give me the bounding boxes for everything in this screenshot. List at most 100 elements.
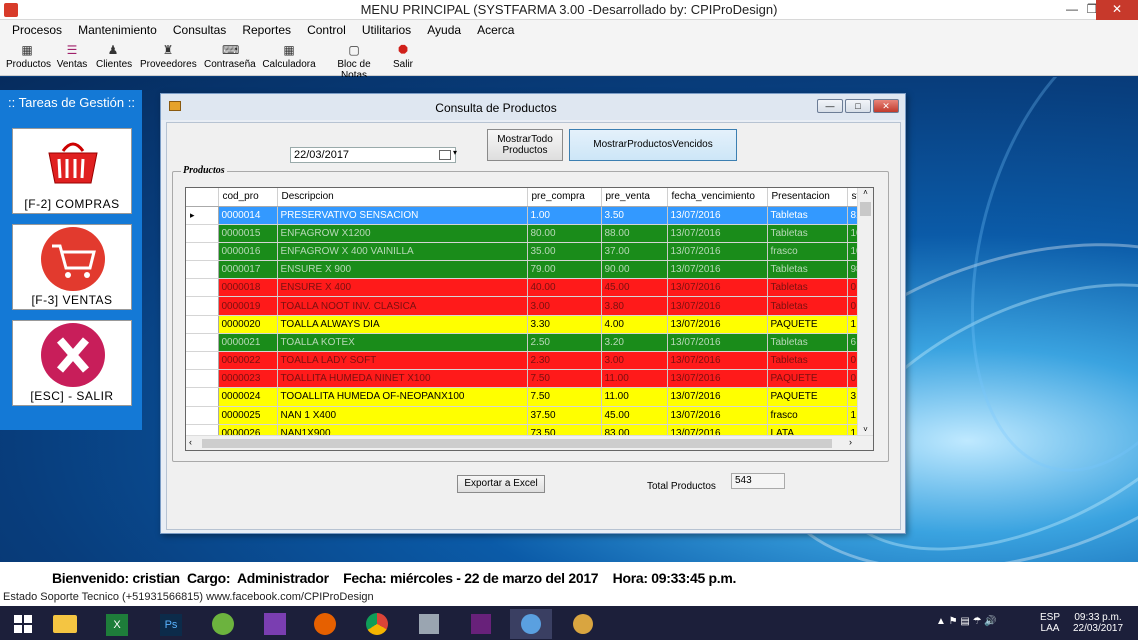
table-cell[interactable]: 0000014 <box>218 206 278 225</box>
table-cell[interactable]: TOALLA KOTEX <box>277 333 528 353</box>
tray-icons[interactable]: ▲ ⚑ ▤ ☂ 🔊 <box>936 616 997 627</box>
vertical-scrollbar[interactable]: ˄ ˅ <box>857 188 873 436</box>
table-cell[interactable]: 4.00 <box>601 315 668 334</box>
table-cell[interactable]: Tabletas <box>767 224 848 243</box>
table-cell[interactable]: 1.00 <box>527 206 602 225</box>
table-row[interactable]: 0000018 ENSURE X 400 40.00 45.00 13/07/2016 T… <box>186 278 859 298</box>
salir-tile[interactable]: [ESC] - SALIR <box>12 320 132 406</box>
table-cell[interactable]: 80.00 <box>527 224 602 243</box>
toolbar-ventas-button[interactable]: ☰ Ventas <box>56 43 88 70</box>
table-cell[interactable]: 45.00 <box>601 406 668 425</box>
table-cell[interactable]: Tabletas <box>767 260 848 280</box>
table-cell[interactable]: 13/07/2016 <box>667 206 768 225</box>
row-header[interactable] <box>186 333 219 353</box>
table-cell[interactable]: 0000024 <box>218 387 278 407</box>
table-cell[interactable]: 13/07/2016 <box>667 278 768 298</box>
table-cell[interactable]: 13/07/2016 <box>667 296 768 316</box>
scroll-right-icon[interactable]: › <box>849 437 852 447</box>
row-header[interactable] <box>186 260 219 280</box>
menu-mantenimiento[interactable]: Mantenimiento <box>72 20 164 37</box>
table-cell[interactable]: Tabletas <box>767 206 848 225</box>
table-cell[interactable]: 37.50 <box>527 406 602 425</box>
table-cell[interactable]: 3.30 <box>527 315 602 334</box>
table-cell[interactable]: PAQUETE <box>767 387 848 407</box>
close-button[interactable]: ✕ <box>1096 0 1138 20</box>
menu-procesos[interactable]: Procesos <box>6 20 69 37</box>
table-cell[interactable]: 0000017 <box>218 260 278 280</box>
file-explorer-icon[interactable] <box>44 609 86 639</box>
table-cell[interactable]: 40.00 <box>527 278 602 298</box>
table-row[interactable]: ▸ 0000014 PRESERVATIVO SENSACION 1.00 3.50 13… <box>186 206 859 225</box>
toolbar-bloc-notas-button[interactable]: ▢ Bloc de Notas <box>324 43 384 81</box>
dialog-minimize-button[interactable]: — <box>817 99 843 113</box>
dialog-close-button[interactable]: ✕ <box>873 99 899 113</box>
table-cell[interactable]: frasco <box>767 242 848 262</box>
clock[interactable]: 09:33 p.m. 22/03/2017 <box>1068 612 1128 634</box>
row-header[interactable] <box>186 278 219 298</box>
table-cell[interactable]: 7.50 <box>527 387 602 407</box>
table-row[interactable]: 0000016 ENFAGROW X 400 VAINILLA 35.00 37.00… <box>186 242 859 262</box>
table-cell[interactable]: 79.00 <box>527 260 602 280</box>
ventas-tile[interactable]: [F-3] VENTAS <box>12 224 132 310</box>
toolbar-proveedores-button[interactable]: ♜ Proveedores <box>140 43 197 70</box>
menu-consultas[interactable]: Consultas <box>167 20 233 37</box>
table-cell[interactable]: 11.00 <box>601 369 668 389</box>
table-cell[interactable]: 13/07/2016 <box>667 224 768 243</box>
firefox-icon[interactable] <box>304 609 346 639</box>
row-header[interactable] <box>186 315 219 334</box>
row-header[interactable] <box>186 387 219 407</box>
table-cell[interactable]: ENSURE X 900 <box>277 260 528 280</box>
menu-reportes[interactable]: Reportes <box>236 20 298 37</box>
table-row[interactable]: 0000025 NAN 1 X400 37.50 45.00 13/07/2016 fra… <box>186 406 859 425</box>
photoshop-icon[interactable]: Ps <box>150 609 192 639</box>
table-cell[interactable]: 13/07/2016 <box>667 406 768 425</box>
table-cell[interactable]: 45.00 <box>601 278 668 298</box>
table-cell[interactable]: 0000022 <box>218 351 278 371</box>
column-header[interactable]: fecha_vencimiento <box>667 188 768 207</box>
table-cell[interactable]: 3.50 <box>601 206 668 225</box>
table-cell[interactable]: PAQUETE <box>767 315 848 334</box>
date-picker[interactable]: 22/03/2017 ▾ <box>290 147 457 163</box>
scroll-thumb[interactable] <box>860 202 871 216</box>
mostrar-vencidos-button[interactable]: MostrarProductosVencidos <box>569 129 737 161</box>
table-cell[interactable]: 0000016 <box>218 242 278 262</box>
productos-grid[interactable]: cod_pro Descripcion pre_compra pre_venta… <box>185 187 874 451</box>
table-cell[interactable]: 3.80 <box>601 296 668 316</box>
table-row[interactable]: 0000024 TOOALLITA HUMEDA OF-NEOPANX100 7.5… <box>186 387 859 407</box>
table-cell[interactable]: 37.00 <box>601 242 668 262</box>
row-header[interactable] <box>186 369 219 389</box>
column-header[interactable]: pre_compra <box>527 188 602 207</box>
table-cell[interactable]: 7.50 <box>527 369 602 389</box>
table-cell[interactable]: 13/07/2016 <box>667 242 768 262</box>
table-cell[interactable]: 13/07/2016 <box>667 387 768 407</box>
table-cell[interactable]: TOALLA NOOT INV. CLASICA <box>277 296 528 316</box>
toolbar-productos-button[interactable]: ▦ Productos <box>6 43 51 70</box>
row-header[interactable] <box>186 242 219 262</box>
row-header[interactable] <box>186 224 219 243</box>
table-cell[interactable]: TOALLITA HUMEDA NINET X100 <box>277 369 528 389</box>
table-cell[interactable]: NAN 1 X400 <box>277 406 528 425</box>
menu-ayuda[interactable]: Ayuda <box>421 20 468 37</box>
table-cell[interactable]: 13/07/2016 <box>667 315 768 334</box>
start-button[interactable] <box>2 609 44 639</box>
menu-control[interactable]: Control <box>301 20 353 37</box>
horizontal-scrollbar[interactable]: ‹ › <box>186 435 873 450</box>
table-row[interactable]: 0000019 TOALLA NOOT INV. CLASICA 3.00 3.80 1… <box>186 296 859 316</box>
table-cell[interactable]: 0000021 <box>218 333 278 353</box>
chrome-icon[interactable] <box>356 609 398 639</box>
table-cell[interactable]: 0000025 <box>218 406 278 425</box>
table-cell[interactable]: 0000019 <box>218 296 278 316</box>
table-cell[interactable]: 2.50 <box>527 333 602 353</box>
scroll-left-icon[interactable]: ‹ <box>189 437 192 447</box>
column-header[interactable]: pre_venta <box>601 188 668 207</box>
language-indicator[interactable]: ESP LAA <box>1036 612 1064 634</box>
row-header[interactable] <box>186 351 219 371</box>
android-studio-icon[interactable] <box>202 609 244 639</box>
table-cell[interactable]: TOALLA ALWAYS DIA <box>277 315 528 334</box>
mostrar-todo-button[interactable]: MostrarTodo Productos <box>487 129 563 161</box>
table-cell[interactable]: ENSURE X 400 <box>277 278 528 298</box>
column-header[interactable]: Presentacion <box>767 188 848 207</box>
table-cell[interactable]: 13/07/2016 <box>667 333 768 353</box>
table-cell[interactable]: PAQUETE <box>767 369 848 389</box>
menu-utilitarios[interactable]: Utilitarios <box>356 20 418 37</box>
